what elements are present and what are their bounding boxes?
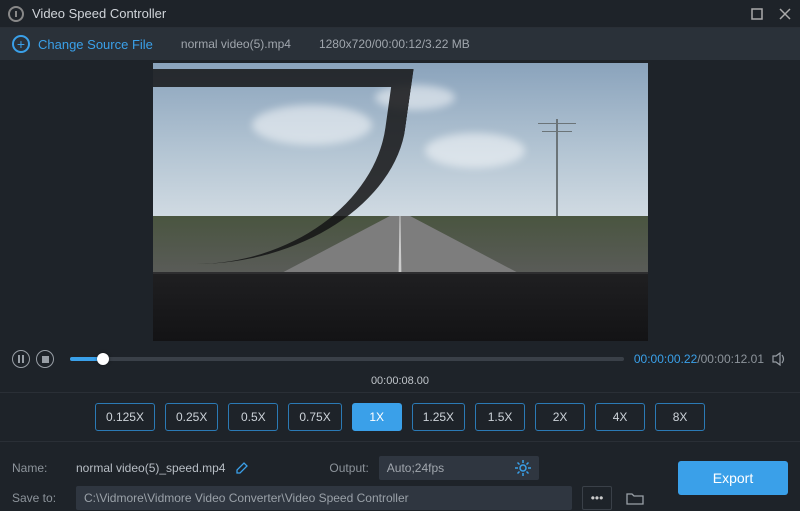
speed-button-0.125x[interactable]: 0.125X xyxy=(95,403,155,431)
time-total: 00:00:12.01 xyxy=(701,352,764,366)
stop-button[interactable] xyxy=(36,350,54,368)
maximize-icon[interactable] xyxy=(750,7,764,21)
speed-button-2x[interactable]: 2X xyxy=(535,403,585,431)
export-button[interactable]: Export xyxy=(678,461,788,495)
browse-button[interactable]: ••• xyxy=(582,486,612,510)
scrubber-thumb[interactable] xyxy=(97,353,109,365)
speed-button-0.75x[interactable]: 0.75X xyxy=(288,403,341,431)
scrubber-tooltip: 00:00:08.00 xyxy=(371,375,429,387)
output-panel: Name: normal video(5)_speed.mp4 Output: … xyxy=(0,445,800,511)
speed-button-4x[interactable]: 4X xyxy=(595,403,645,431)
scrubber[interactable] xyxy=(70,357,624,361)
plus-circle-icon: + xyxy=(12,35,30,53)
source-meta: 1280x720/00:00:12/3.22 MB xyxy=(319,37,470,51)
speed-button-8x[interactable]: 8X xyxy=(655,403,705,431)
speed-button-0.5x[interactable]: 0.5X xyxy=(228,403,278,431)
speed-button-1.5x[interactable]: 1.5X xyxy=(475,403,525,431)
speed-button-0.25x[interactable]: 0.25X xyxy=(165,403,218,431)
output-filename: normal video(5)_speed.mp4 xyxy=(76,461,225,475)
source-filename: normal video(5).mp4 xyxy=(181,37,291,51)
change-source-button[interactable]: + Change Source File xyxy=(12,35,153,53)
output-format-select[interactable]: Auto;24fps xyxy=(379,456,539,480)
saveto-label: Save to: xyxy=(12,491,66,505)
open-folder-icon[interactable] xyxy=(622,486,648,510)
pause-button[interactable] xyxy=(12,350,30,368)
saveto-path[interactable]: C:\Vidmore\Vidmore Video Converter\Video… xyxy=(76,486,572,510)
change-source-label: Change Source File xyxy=(38,37,153,52)
preview-area xyxy=(0,60,800,346)
gear-icon[interactable] xyxy=(515,460,531,476)
output-format-value: Auto;24fps xyxy=(387,461,444,475)
speed-button-1.25x[interactable]: 1.25X xyxy=(412,403,465,431)
time-current: 00:00:00.22 xyxy=(634,352,697,366)
toolbar: + Change Source File normal video(5).mp4… xyxy=(0,28,800,60)
rename-icon[interactable] xyxy=(235,461,249,475)
close-icon[interactable] xyxy=(778,7,792,21)
playback-controls: 00:00:00.22/00:00:12.01 xyxy=(0,348,800,370)
video-preview[interactable] xyxy=(153,63,648,341)
speed-selector: 0.125X 0.25X 0.5X 0.75X 1X 1.25X 1.5X 2X 4X 8X xyxy=(0,392,800,442)
name-label: Name: xyxy=(12,461,66,475)
window-title: Video Speed Controller xyxy=(32,6,166,21)
output-label: Output: xyxy=(329,461,368,475)
volume-icon[interactable] xyxy=(772,352,788,366)
scrubber-tooltip-row: 00:00:08.00 xyxy=(0,370,800,392)
speed-button-1x[interactable]: 1X xyxy=(352,403,402,431)
title-bar: Video Speed Controller xyxy=(0,0,800,28)
app-logo-icon xyxy=(8,6,24,22)
